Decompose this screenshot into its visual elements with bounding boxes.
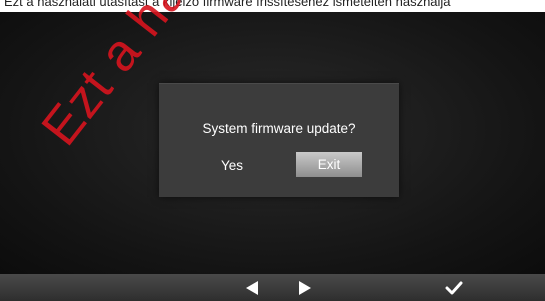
left-arrow-icon (246, 280, 258, 295)
firmware-update-dialog: System firmware update? Yes Exit (159, 83, 399, 197)
dialog-title: System firmware update? (202, 121, 356, 136)
bottom-nav-bar (0, 274, 545, 301)
top-text-strip: Ezt a használati utasítást a kijelző fir… (0, 0, 545, 12)
right-arrow-button[interactable] (290, 274, 320, 301)
confirm-button[interactable] (439, 274, 469, 301)
left-arrow-button[interactable] (237, 274, 267, 301)
checkmark-icon (445, 281, 463, 294)
top-strip-text: Ezt a használati utasítást a kijelző fir… (4, 0, 451, 9)
yes-button[interactable]: Yes (217, 156, 247, 176)
right-arrow-icon (299, 280, 311, 295)
exit-button[interactable]: Exit (296, 152, 362, 177)
device-screen: System firmware update? Yes Exit (0, 12, 545, 274)
